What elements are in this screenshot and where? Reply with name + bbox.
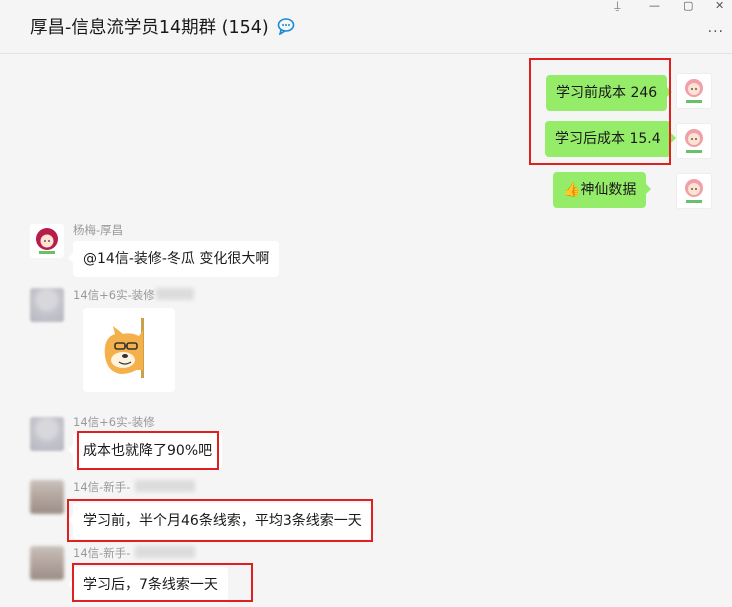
close-icon[interactable]: ✕ [715,0,724,12]
pin-icon[interactable]: ⍊ [614,0,621,12]
message-bubble[interactable]: 学习前成本 246 [546,75,673,111]
sender-name: 14信-新手- [73,480,131,494]
doge-sticker-icon [104,318,144,378]
sender-name-blurred [135,546,195,558]
sender-name: 14信-新手- [73,546,131,560]
message-bubble[interactable]: @14信-装修-冬瓜 变化很大啊 [67,241,280,277]
sender-name-blurred [135,480,195,492]
message-bubble[interactable]: 学习后成本 15.4 [545,121,676,157]
minimize-icon[interactable]: — [649,0,660,12]
sender-name: 14信+6实-装修 [73,415,155,429]
avatar[interactable] [30,224,64,258]
sender-name-blurred [156,288,194,300]
avatar[interactable] [30,546,64,580]
avatar[interactable] [676,123,712,159]
chat-header: 厚昌-信息流学员14期群 (154) ⍊ — ▢ ✕ ··· [0,0,732,54]
group-chat-icon[interactable] [277,17,297,35]
avatar[interactable] [30,417,64,451]
message-bubble[interactable]: 成本也就降了90%吧 [67,433,223,469]
avatar[interactable] [30,480,64,514]
thumbs-up-icon: 👍 [563,182,581,198]
message-text: 神仙数据 [580,182,637,198]
message-bubble[interactable]: 学习前，半个月46条线索，平均3条线索一天 [68,503,372,539]
more-options-icon[interactable]: ··· [708,24,724,40]
avatar[interactable] [30,288,64,322]
avatar[interactable] [676,73,712,109]
sender-name: 杨梅-厚昌 [73,223,124,237]
sender-name: 14信+6实-装修 [73,288,155,302]
message-bubble[interactable]: 学习后，7条线索一天 [68,567,228,603]
maximize-icon[interactable]: ▢ [683,0,693,12]
sticker-image[interactable] [83,308,175,392]
avatar[interactable] [676,173,712,209]
chat-title[interactable]: 厚昌-信息流学员14期群 (154) [30,14,269,39]
message-bubble[interactable]: 👍神仙数据 [553,172,652,208]
